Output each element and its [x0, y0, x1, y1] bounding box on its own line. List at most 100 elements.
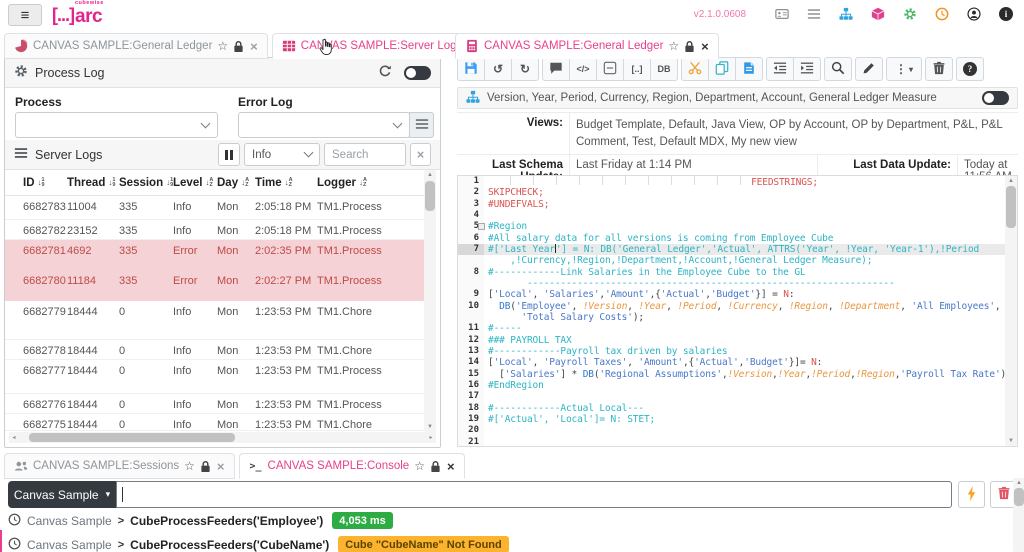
close-tab-icon[interactable]: ×: [701, 39, 709, 54]
user-icon[interactable]: [966, 6, 982, 22]
delete-button[interactable]: [925, 57, 953, 81]
error-log-list-button[interactable]: [409, 112, 434, 138]
edit-button[interactable]: [855, 57, 883, 81]
tab-canvas-sample-console[interactable]: >_CANVAS SAMPLE:Console☆×: [239, 453, 465, 479]
hamburger-menu-button[interactable]: ≡: [8, 4, 42, 26]
close-tab-icon[interactable]: ×: [250, 39, 258, 54]
scroll-up-arrow[interactable]: ▲: [1005, 176, 1017, 186]
code-line-21[interactable]: [484, 437, 1005, 447]
scroll-up-arrow[interactable]: ▲: [424, 170, 436, 180]
cut-button[interactable]: [681, 57, 709, 81]
console-command-input[interactable]: [116, 481, 952, 508]
undo-button[interactable]: ↺: [484, 57, 512, 81]
scrollbar-thumb[interactable]: [1006, 186, 1016, 228]
save-button[interactable]: [457, 57, 485, 81]
log-row-6682778[interactable]: 6682778184440InfoMon1:23:53 PMTM1.Chore: [5, 340, 424, 360]
code-line-7[interactable]: #['Last Year'] = N: DB('General Ledger',…: [484, 244, 1005, 255]
log-row-6682780[interactable]: 668278011184335ErrorMon2:02:27 PMTM1.Pro…: [5, 270, 424, 301]
lock-icon[interactable]: [200, 460, 211, 473]
code-line-5[interactable]: #Region: [484, 221, 1005, 232]
close-tab-icon[interactable]: ×: [447, 459, 455, 474]
list-icon[interactable]: [806, 6, 822, 22]
outdent-button[interactable]: [766, 57, 794, 81]
table-horizontal-scrollbar[interactable]: ◂ ▸: [9, 432, 436, 443]
process-log-toggle[interactable]: [404, 66, 431, 80]
scroll-down-arrow[interactable]: ▼: [1005, 436, 1017, 446]
code-line-wrap[interactable]: ,!Currency,!Region,!Department,!Account,…: [484, 255, 1005, 266]
help-button[interactable]: ?: [956, 57, 984, 81]
code-line-4[interactable]: [484, 210, 1005, 221]
refresh-icon[interactable]: [378, 64, 392, 81]
brackets-button[interactable]: [..]: [623, 57, 651, 81]
code-line-20[interactable]: [484, 425, 1005, 436]
code-line-15[interactable]: ['Salaries'] * DB('Regional Assumptions'…: [484, 369, 1005, 380]
db-button[interactable]: DB: [650, 57, 678, 81]
copy-button[interactable]: [708, 57, 736, 81]
favorite-star-icon[interactable]: ☆: [217, 39, 228, 53]
scroll-down-arrow[interactable]: ▼: [424, 422, 436, 432]
id-card-icon[interactable]: [774, 6, 790, 22]
code-line-11[interactable]: #-----: [484, 323, 1005, 334]
close-tab-icon[interactable]: ×: [217, 459, 225, 474]
execute-button[interactable]: [958, 481, 985, 508]
redo-button[interactable]: ↻: [511, 57, 539, 81]
favorite-star-icon[interactable]: ☆: [184, 459, 195, 473]
column-header-time[interactable]: Time↓AZ: [255, 177, 317, 189]
info-icon[interactable]: i: [998, 6, 1014, 22]
search-button[interactable]: [824, 57, 852, 81]
editor-vertical-scrollbar[interactable]: ▲ ▼: [1005, 176, 1017, 446]
scroll-up-arrow[interactable]: ▲: [1013, 478, 1024, 488]
scope-dropdown-button[interactable]: Canvas Sample ▾: [8, 481, 116, 508]
log-row-6682776[interactable]: 6682776184440InfoMon1:23:53 PMTM1.Proces…: [5, 394, 424, 414]
code-line-13[interactable]: #------------Payroll tax driven by salar…: [484, 346, 1005, 357]
code-line-17[interactable]: [484, 391, 1005, 402]
code-line-wrap[interactable]: ----------------------------------------…: [484, 278, 1005, 289]
lock-icon[interactable]: [430, 460, 441, 473]
code-button[interactable]: </>: [569, 57, 597, 81]
code-line-wrap[interactable]: 'Total Salary Costs');: [484, 312, 1005, 323]
column-header-logger[interactable]: Logger↓AZ: [317, 177, 407, 189]
log-row-6682777[interactable]: 6682777184440InfoMon1:23:53 PMTM1.Proces…: [5, 360, 424, 394]
tab-canvas-sample-sessions[interactable]: CANVAS SAMPLE:Sessions☆×: [4, 453, 235, 479]
favorite-star-icon[interactable]: ☆: [668, 39, 679, 53]
scrollbar-thumb[interactable]: [29, 433, 235, 442]
scroll-right-arrow[interactable]: ▸: [426, 432, 436, 443]
console-vertical-scrollbar[interactable]: ▲: [1013, 478, 1024, 552]
code-line-16[interactable]: #EndRegion: [484, 380, 1005, 391]
lock-icon[interactable]: [233, 40, 244, 53]
code-lines[interactable]: FEEDSTRINGS;SKIPCHECK;#UNDEFVALS;#Region…: [484, 176, 1005, 446]
error-log-select[interactable]: [238, 112, 410, 138]
log-row-6682783[interactable]: 668278311004335InfoMon2:05:18 PMTM1.Proc…: [5, 196, 424, 220]
rule-code-editor[interactable]: 123456789101112131415161718192021 FEEDST…: [457, 175, 1018, 447]
log-row-6682775[interactable]: 6682775184440InfoMon1:23:53 PMTM1.Chore: [5, 414, 424, 431]
column-header-session[interactable]: Session↓19: [119, 177, 173, 189]
collapse-button[interactable]: [596, 57, 624, 81]
code-line-8[interactable]: #------------Link Salaries in the Employ…: [484, 267, 1005, 278]
code-line-12[interactable]: ### PAYROLL TAX: [484, 335, 1005, 346]
sitemap-icon[interactable]: [838, 6, 854, 22]
column-header-day[interactable]: Day↓AZ: [217, 177, 255, 189]
tab-canvas-sample-general-ledger[interactable]: CANVAS SAMPLE:General Ledger☆×: [4, 33, 268, 59]
table-vertical-scrollbar[interactable]: ▲ ▼: [424, 170, 436, 432]
scrollbar-thumb[interactable]: [1014, 488, 1024, 506]
code-line-6[interactable]: #All salary data for all versions is com…: [484, 233, 1005, 244]
column-header-thread[interactable]: Thread↓19: [67, 177, 119, 189]
indent-button[interactable]: [793, 57, 821, 81]
code-line-1[interactable]: FEEDSTRINGS;: [484, 176, 1005, 187]
comment-button[interactable]: [542, 57, 570, 81]
pause-button[interactable]: [218, 143, 240, 166]
scroll-left-arrow[interactable]: ◂: [9, 432, 19, 443]
dimensions-toggle[interactable]: [982, 91, 1009, 105]
code-line-18[interactable]: #------------Actual Local---: [484, 403, 1005, 414]
tab-canvas-sample-general-ledger[interactable]: CANVAS SAMPLE:General Ledger☆×: [455, 33, 719, 59]
cogs-icon[interactable]: [902, 6, 918, 22]
code-line-10[interactable]: DB('Employee', !Version, !Year, !Period,…: [484, 301, 1005, 312]
column-header-id[interactable]: ID↓19: [23, 177, 67, 189]
clear-search-button[interactable]: ×: [410, 143, 431, 166]
code-line-2[interactable]: SKIPCHECK;: [484, 187, 1005, 198]
more-button[interactable]: ⋮▾: [886, 57, 922, 81]
process-select[interactable]: [15, 112, 218, 138]
code-line-9[interactable]: ['Local', 'Salaries','Amount',{'Actual',…: [484, 289, 1005, 300]
search-input[interactable]: [324, 143, 406, 166]
scrollbar-thumb[interactable]: [425, 181, 435, 211]
